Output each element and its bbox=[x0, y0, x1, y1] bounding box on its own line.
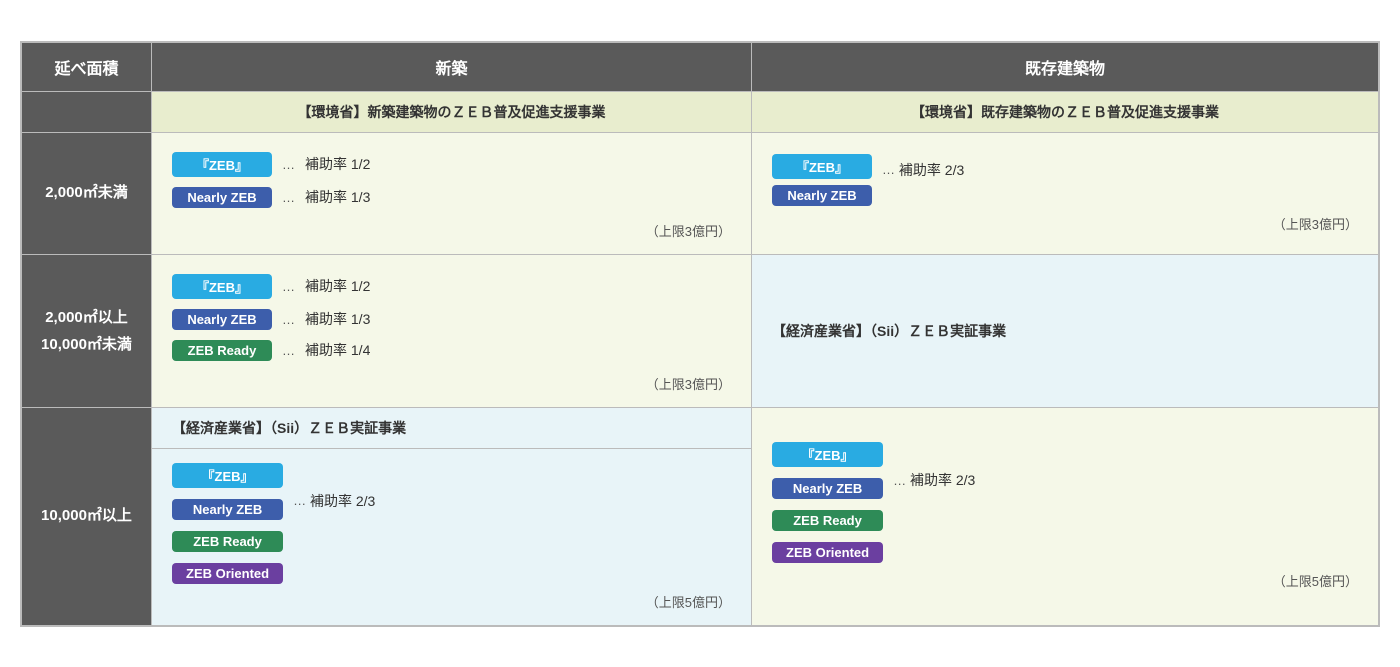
badge-group: 『ZEB』 … 補助率 1/2 Nearly ZEB … 補助率 1/3 （上限… bbox=[172, 147, 731, 240]
subsidy-group-existing-1: 『ZEB』 Nearly ZEB … 補助率 2/3 bbox=[772, 154, 1358, 206]
dots: … bbox=[293, 493, 306, 508]
subsidy-text-ex-3: 補助率 2/3 bbox=[910, 470, 975, 490]
new-cell-under-2000: 『ZEB』 … 補助率 1/2 Nearly ZEB … 補助率 1/3 （上限… bbox=[152, 132, 752, 254]
limit-ex-1: （上限3億円） bbox=[772, 214, 1358, 233]
badge-zeb-ex-3: 『ZEB』 bbox=[772, 442, 883, 467]
badges-col-ex-3: 『ZEB』 Nearly ZEB ZEB Ready ZEB Oriented bbox=[772, 442, 883, 563]
badge-ready-2: ZEB Ready bbox=[172, 340, 272, 361]
badge-zeb-2: 『ZEB』 bbox=[172, 274, 272, 299]
existing-cell-over-10000: 『ZEB』 Nearly ZEB ZEB Ready ZEB Oriented … bbox=[752, 407, 1379, 625]
subsidy-nearly-1: 補助率 1/3 bbox=[305, 187, 370, 207]
header-row: 延べ面積 新築 既存建築物 bbox=[22, 42, 1379, 91]
subsidy-group-ex-3: 『ZEB』 Nearly ZEB ZEB Ready ZEB Oriented … bbox=[772, 442, 1358, 563]
subsidy-row-zeb: 『ZEB』 … 補助率 1/2 bbox=[172, 152, 731, 177]
badge-nearly-eco: Nearly ZEB bbox=[172, 499, 283, 520]
row-label-under-2000: 2,000㎡未満 bbox=[22, 132, 152, 254]
dots: … bbox=[282, 190, 295, 205]
subsidy-ready-2: 補助率 1/4 bbox=[305, 340, 370, 360]
badge-group-eco: 『ZEB』 Nearly ZEB ZEB Ready ZEB Oriented … bbox=[152, 449, 751, 625]
sub-header-existing: 【環境省】既存建築物のＺＥＢ普及促進支援事業 bbox=[752, 91, 1379, 132]
sub-label-empty bbox=[22, 91, 152, 132]
subsidy-side-ex-3: … 補助率 2/3 bbox=[893, 442, 975, 490]
limit-eco: （上限5億円） bbox=[172, 592, 731, 611]
dots: … bbox=[882, 162, 895, 177]
row-label-2000-10000: 2,000㎡以上10,000㎡未満 bbox=[22, 254, 152, 407]
badge-zeb-1: 『ZEB』 bbox=[172, 152, 272, 177]
badge-zeb-eco: 『ZEB』 bbox=[172, 463, 283, 488]
badge-nearly-2: Nearly ZEB bbox=[172, 309, 272, 330]
subsidy-row-nearly: Nearly ZEB … 補助率 1/3 bbox=[172, 187, 731, 208]
dots: … bbox=[893, 473, 906, 488]
row-label-over-10000: 10,000㎡以上 bbox=[22, 407, 152, 625]
badge-nearly-1: Nearly ZEB bbox=[172, 187, 272, 208]
subsidy-text-eco: 補助率 2/3 bbox=[310, 491, 375, 511]
eco-ministry-header-1: 【経済産業省】（Sii）ＺＥＢ実証事業 bbox=[752, 307, 1378, 355]
limit-ex-3: （上限5億円） bbox=[772, 571, 1358, 590]
row-2000-10000: 2,000㎡以上10,000㎡未満 『ZEB』 … 補助率 1/2 Nearly… bbox=[22, 254, 1379, 407]
subsidy-row-zeb-2: 『ZEB』 … 補助率 1/2 bbox=[172, 274, 731, 299]
dots: … bbox=[282, 279, 295, 294]
new-cell-over-10000: 【経済産業省】（Sii）ＺＥＢ実証事業 『ZEB』 Nearly ZEB ZEB… bbox=[152, 407, 752, 625]
limit-1: （上限3億円） bbox=[172, 221, 731, 240]
badges-col-eco: 『ZEB』 Nearly ZEB ZEB Ready ZEB Oriented bbox=[172, 463, 283, 584]
badge-ready-ex-3: ZEB Ready bbox=[772, 510, 883, 531]
sub-header-new: 【環境省】新築建築物のＺＥＢ普及促進支援事業 bbox=[152, 91, 752, 132]
subsidy-side-eco: … 補助率 2/3 bbox=[293, 463, 375, 511]
main-table: 延べ面積 新築 既存建築物 【環境省】新築建築物のＺＥＢ普及促進支援事業 【環境… bbox=[20, 41, 1380, 627]
subsidy-text-ex-1: 補助率 2/3 bbox=[899, 160, 964, 180]
existing-cell-under-2000: 『ZEB』 Nearly ZEB … 補助率 2/3 （上限3億円） bbox=[752, 132, 1379, 254]
subsidy-row-ready-2: ZEB Ready … 補助率 1/4 bbox=[172, 340, 731, 361]
dots: … bbox=[282, 343, 295, 358]
subsidy-row-nearly-2: Nearly ZEB … 補助率 1/3 bbox=[172, 309, 731, 330]
subsidy-side-ex-1: … 補助率 2/3 bbox=[882, 154, 964, 180]
subsidy-group-eco: 『ZEB』 Nearly ZEB ZEB Ready ZEB Oriented … bbox=[172, 463, 731, 584]
existing-header: 既存建築物 bbox=[752, 42, 1379, 91]
badge-nearly-ex-3: Nearly ZEB bbox=[772, 478, 883, 499]
subsidy-nearly-2: 補助率 1/3 bbox=[305, 309, 370, 329]
new-header: 新築 bbox=[152, 42, 752, 91]
badge-nearly-ex-1: Nearly ZEB bbox=[772, 185, 872, 206]
label-header: 延べ面積 bbox=[22, 42, 152, 91]
subsidy-zeb-2: 補助率 1/2 bbox=[305, 276, 370, 296]
new-cell-2000-10000: 『ZEB』 … 補助率 1/2 Nearly ZEB … 補助率 1/3 ZEB… bbox=[152, 254, 752, 407]
dots: … bbox=[282, 312, 295, 327]
existing-cell-2000-10000: 【経済産業省】（Sii）ＺＥＢ実証事業 bbox=[752, 254, 1379, 407]
badge-group-2: 『ZEB』 … 補助率 1/2 Nearly ZEB … 補助率 1/3 ZEB… bbox=[172, 269, 731, 393]
row-under-2000: 2,000㎡未満 『ZEB』 … 補助率 1/2 Nearly ZEB … 補助… bbox=[22, 132, 1379, 254]
eco-ministry-header-2: 【経済産業省】（Sii）ＺＥＢ実証事業 bbox=[152, 408, 751, 449]
sub-header-row: 【環境省】新築建築物のＺＥＢ普及促進支援事業 【環境省】既存建築物のＺＥＢ普及促… bbox=[22, 91, 1379, 132]
limit-2: （上限3億円） bbox=[172, 374, 731, 393]
badge-oriented-ex-3: ZEB Oriented bbox=[772, 542, 883, 563]
badge-zeb-ex-1: 『ZEB』 bbox=[772, 154, 872, 179]
badge-ready-eco: ZEB Ready bbox=[172, 531, 283, 552]
badges-col-existing-1: 『ZEB』 Nearly ZEB bbox=[772, 154, 872, 206]
subsidy-zeb-1: 補助率 1/2 bbox=[305, 154, 370, 174]
dots: … bbox=[282, 157, 295, 172]
row-over-10000: 10,000㎡以上 【経済産業省】（Sii）ＺＥＢ実証事業 『ZEB』 Near… bbox=[22, 407, 1379, 625]
badge-oriented-eco: ZEB Oriented bbox=[172, 563, 283, 584]
